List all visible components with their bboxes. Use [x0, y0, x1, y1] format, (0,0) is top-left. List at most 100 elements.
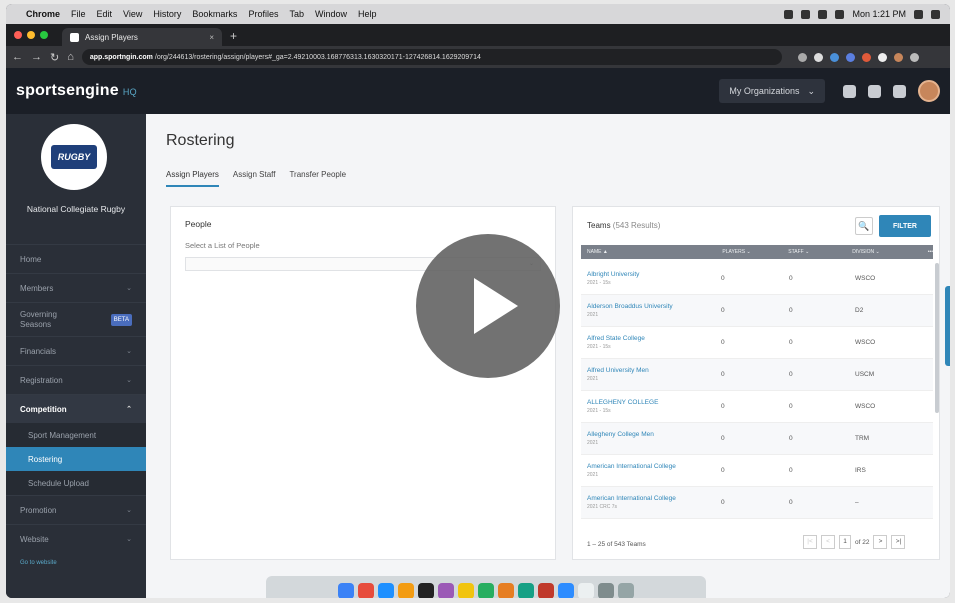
megaphone-icon[interactable]: [843, 84, 856, 98]
app-icon[interactable]: [598, 583, 614, 598]
sidebar-subitem-sport-management[interactable]: Sport Management: [6, 423, 146, 447]
menu-file[interactable]: File: [71, 9, 86, 19]
column-header-name[interactable]: NAME ▲: [581, 249, 716, 255]
sidebar-item-registration[interactable]: Registration ⌄: [6, 365, 146, 394]
table-row[interactable]: Albright University 2021 - 15s 0 0 WSCO: [581, 263, 933, 295]
org-logo[interactable]: RUGBY: [41, 124, 107, 190]
first-page-button[interactable]: |<: [803, 535, 817, 549]
sidebar-item-competition[interactable]: Competition ⌃: [6, 394, 146, 423]
team-link[interactable]: ALLEGHENY COLLEGE: [587, 398, 721, 407]
sidebar-item-financials[interactable]: Financials ⌄: [6, 336, 146, 365]
bell-icon[interactable]: [893, 84, 906, 98]
zoom-icon[interactable]: [558, 583, 574, 598]
avatar[interactable]: [918, 80, 940, 102]
table-row[interactable]: Alderson Broaddus University 2021 0 0 D2: [581, 295, 933, 327]
profile-icon[interactable]: [893, 52, 903, 62]
sidebar-item-home[interactable]: Home: [6, 244, 146, 273]
forward-icon[interactable]: →: [31, 51, 42, 63]
team-link[interactable]: Alfred University Men: [587, 366, 721, 375]
team-link[interactable]: Allegheny College Men: [587, 430, 721, 439]
extension-icon[interactable]: [845, 52, 855, 62]
chrome-icon[interactable]: [478, 583, 494, 598]
menu-view[interactable]: View: [123, 9, 142, 19]
clock[interactable]: Mon 1:21 PM: [852, 9, 906, 19]
zoom-window-button[interactable]: [40, 31, 48, 39]
table-row[interactable]: ALLEGHENY COLLEGE 2021 - 15s 0 0 WSCO: [581, 391, 933, 423]
notes-icon[interactable]: [458, 583, 474, 598]
app-icon[interactable]: [538, 583, 554, 598]
table-row[interactable]: Alfred State College 2021 - 15s 0 0 WSCO: [581, 327, 933, 359]
bookmark-star-icon[interactable]: [797, 52, 807, 62]
app-icon[interactable]: [358, 583, 374, 598]
app-icon[interactable]: [498, 583, 514, 598]
menu-history[interactable]: History: [153, 9, 181, 19]
menu-help[interactable]: Help: [358, 9, 377, 19]
close-window-button[interactable]: [14, 31, 22, 39]
extension-icon[interactable]: [861, 52, 871, 62]
home-icon[interactable]: ⌂: [67, 51, 74, 63]
table-scrollbar[interactable]: [935, 263, 939, 413]
team-link[interactable]: Alderson Broaddus University: [587, 302, 721, 311]
tab-assign-players[interactable]: Assign Players: [166, 170, 219, 187]
extension-icon[interactable]: [829, 52, 839, 62]
next-page-button[interactable]: >: [873, 535, 888, 549]
app-icon[interactable]: [398, 583, 414, 598]
team-link[interactable]: American International College: [587, 494, 721, 503]
tab-transfer-people[interactable]: Transfer People: [289, 170, 346, 187]
finder-icon[interactable]: [338, 583, 354, 598]
tab-assign-staff[interactable]: Assign Staff: [233, 170, 276, 187]
extension-icon[interactable]: [813, 52, 823, 62]
team-link[interactable]: Alfred State College: [587, 334, 721, 343]
browser-tab[interactable]: Assign Players ×: [62, 28, 222, 46]
sidebar-subitem-schedule-upload[interactable]: Schedule Upload: [6, 471, 146, 495]
table-row[interactable]: Alfred University Men 2021 0 0 USCM: [581, 359, 933, 391]
column-options-icon[interactable]: •••: [922, 249, 933, 255]
search-button[interactable]: 🔍: [855, 217, 873, 235]
control-center-icon[interactable]: [931, 9, 940, 19]
new-tab-button[interactable]: +: [230, 29, 237, 43]
inbox-icon[interactable]: [868, 84, 881, 98]
column-header-players[interactable]: PLAYERS ⌄: [716, 249, 782, 255]
team-link[interactable]: Albright University: [587, 270, 721, 279]
sidebar-item-governing-seasons[interactable]: Governing Seasons BETA: [6, 302, 146, 336]
menu-window[interactable]: Window: [315, 9, 347, 19]
trash-icon[interactable]: [618, 583, 634, 598]
url-field[interactable]: app.sportngin.com /org/244613/rostering/…: [81, 49, 782, 65]
menu-chrome[interactable]: Chrome: [26, 9, 60, 19]
column-header-division[interactable]: DIVISION ⌄: [846, 249, 922, 255]
sidebar-item-members[interactable]: Members ⌄: [6, 273, 146, 302]
menu-dots-icon[interactable]: [909, 52, 919, 62]
filter-button[interactable]: FILTER: [879, 215, 931, 237]
terminal-icon[interactable]: [418, 583, 434, 598]
wifi-icon[interactable]: [801, 9, 811, 19]
video-play-button[interactable]: [416, 234, 560, 378]
last-page-button[interactable]: >|: [891, 535, 906, 549]
minimize-window-button[interactable]: [27, 31, 35, 39]
sidebar-subitem-rostering[interactable]: Rostering: [6, 447, 146, 471]
feedback-tab[interactable]: [945, 286, 950, 366]
app-icon[interactable]: [438, 583, 454, 598]
column-header-staff[interactable]: STAFF ⌄: [782, 249, 846, 255]
reload-icon[interactable]: ↻: [50, 51, 59, 64]
table-row[interactable]: American International College 2021 CRC 7…: [581, 487, 933, 519]
prev-page-button[interactable]: <: [821, 535, 835, 549]
my-organizations-button[interactable]: My Organizations ⌄: [719, 79, 825, 103]
menu-tab[interactable]: Tab: [289, 9, 304, 19]
team-link[interactable]: American International College: [587, 462, 721, 471]
sidebar-item-promotion[interactable]: Promotion ⌄: [6, 495, 146, 524]
volume-icon[interactable]: [818, 9, 828, 19]
back-icon[interactable]: ←: [12, 51, 23, 63]
table-row[interactable]: American International College 2021 0 0 I…: [581, 455, 933, 487]
table-row[interactable]: Allegheny College Men 2021 0 0 TRM: [581, 423, 933, 455]
menu-edit[interactable]: Edit: [97, 9, 113, 19]
app-store-icon[interactable]: [378, 583, 394, 598]
app-icon[interactable]: [578, 583, 594, 598]
close-tab-icon[interactable]: ×: [209, 33, 214, 42]
sidebar-item-website[interactable]: Website ⌄: [6, 524, 146, 553]
menu-bookmarks[interactable]: Bookmarks: [192, 9, 237, 19]
app-icon[interactable]: [518, 583, 534, 598]
puzzle-icon[interactable]: [877, 52, 887, 62]
battery-icon[interactable]: [835, 9, 845, 19]
bluetooth-icon[interactable]: [784, 9, 794, 19]
go-to-website-link[interactable]: Go to website: [20, 560, 57, 566]
